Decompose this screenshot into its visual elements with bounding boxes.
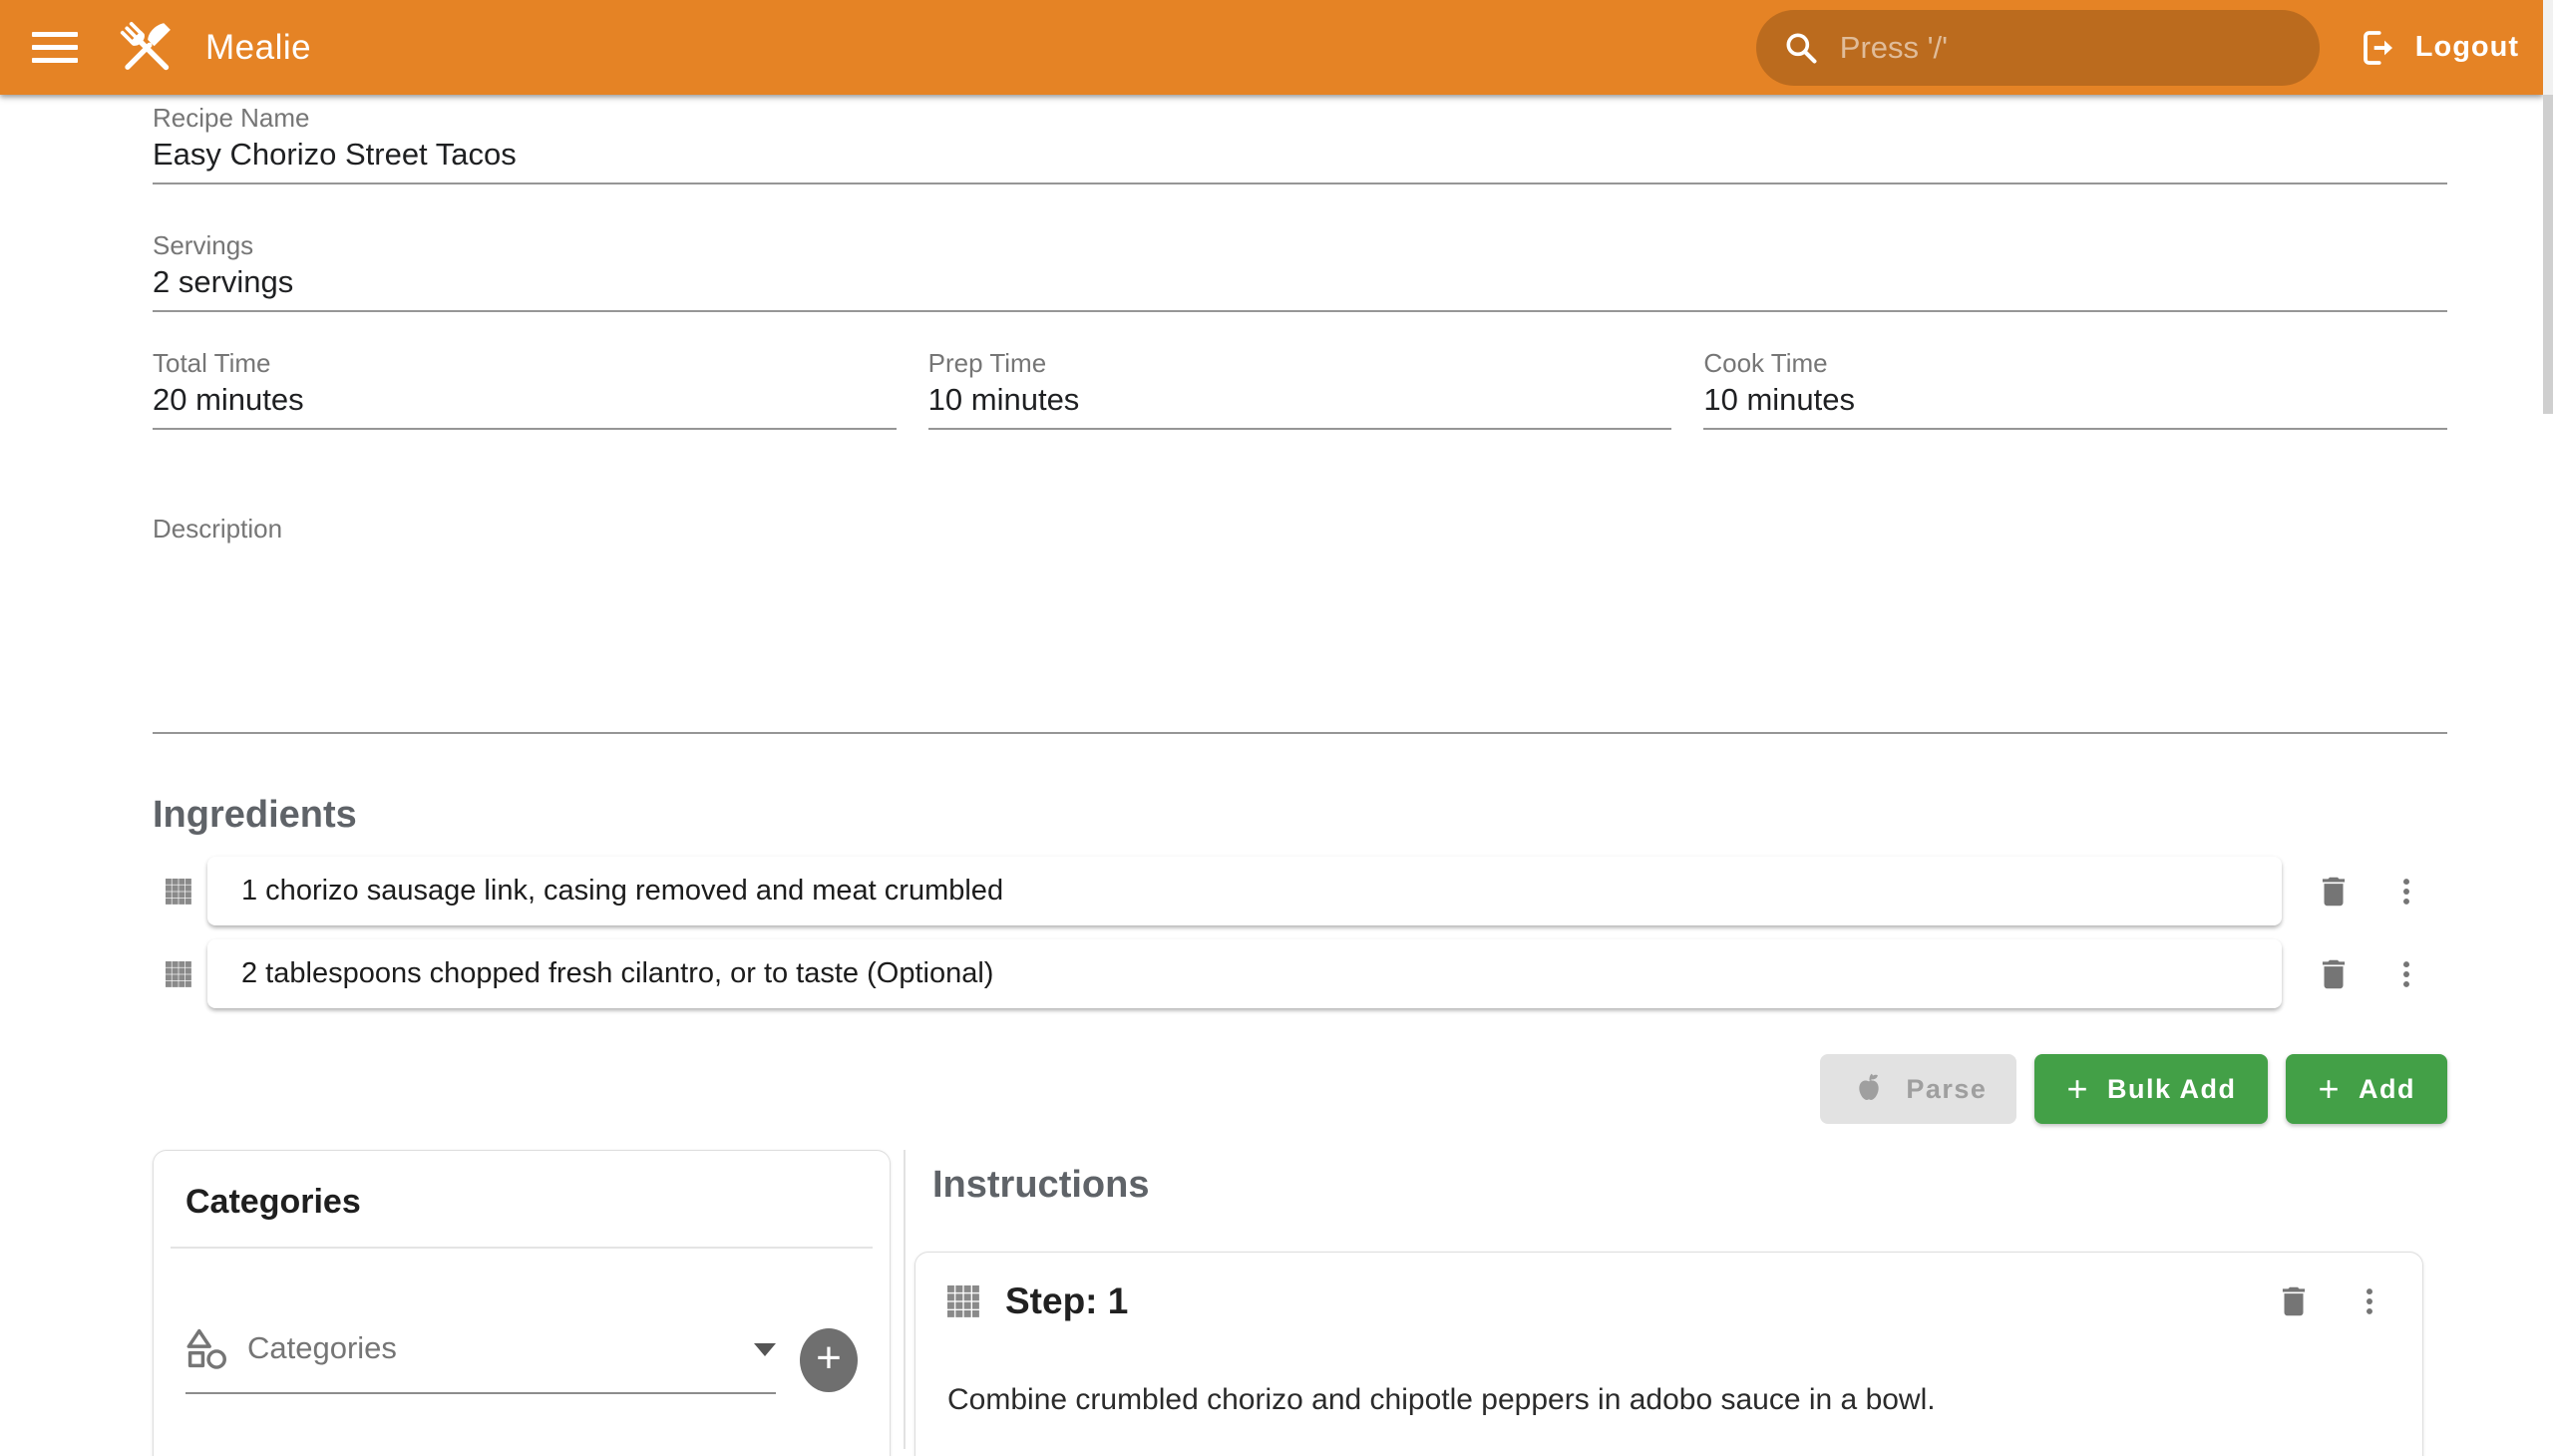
create-category-button[interactable]: + [800,1328,858,1392]
ingredient-input[interactable]: 1 chorizo sausage link, casing removed a… [207,857,2282,925]
categories-card-title: Categories [185,1181,858,1223]
menu-button[interactable] [20,13,90,83]
plus-icon: + [2318,1071,2341,1107]
total-time-field[interactable]: Total Time 20 minutes [153,348,897,430]
delete-step-button[interactable] [2275,1282,2313,1320]
app-bar: Mealie Logout [0,0,2543,95]
recipe-editor: Recipe Name Easy Chorizo Street Tacos Se… [0,95,2553,1449]
categories-select[interactable]: Categories [185,1326,776,1394]
prep-time-value[interactable]: 10 minutes [928,378,1672,422]
parse-label: Parse [1906,1074,1987,1105]
delete-ingredient-button[interactable] [2306,955,2362,993]
dots-vertical-icon [2353,1284,2386,1318]
ingredient-row: 1 chorizo sausage link, casing removed a… [153,857,2447,925]
logout-button[interactable]: Logout [2358,28,2519,68]
cook-time-field[interactable]: Cook Time 10 minutes [1703,348,2447,430]
hamburger-icon [32,24,78,71]
app-title: Mealie [205,28,311,68]
parse-button[interactable]: Parse [1820,1054,2016,1124]
logout-label: Logout [2415,31,2519,64]
scrollbar-corner [2543,0,2553,95]
search-input[interactable] [1840,30,2294,66]
description-value[interactable] [153,544,2447,726]
recipe-name-value[interactable]: Easy Chorizo Street Tacos [153,133,2447,177]
categories-select-label: Categories [247,1326,397,1370]
scrollbar-thumb[interactable] [2543,95,2553,414]
ingredient-text: 2 tablespoons chopped fresh cilantro, or… [241,957,993,990]
ingredients-heading: Ingredients [153,792,2447,838]
ingredient-input[interactable]: 2 tablespoons chopped fresh cilantro, or… [207,939,2282,1008]
caret-down-icon [754,1343,776,1356]
description-field[interactable]: Description [153,514,2447,734]
bulk-add-label: Bulk Add [2107,1074,2237,1105]
trash-icon [2275,1282,2313,1320]
time-fields-row: Total Time 20 minutes Prep Time 10 minut… [153,348,2447,430]
drag-handle-icon[interactable] [947,1285,979,1317]
ingredient-menu-button[interactable] [2383,875,2429,909]
trash-icon [2315,955,2353,993]
bottom-section: Categories Categories [153,1150,2447,1449]
ingredient-menu-button[interactable] [2383,957,2429,991]
plus-icon: + [2066,1071,2089,1107]
add-label: Add [2359,1074,2415,1105]
step-text-input[interactable]: Combine crumbled chorizo and chipotle pe… [947,1378,2386,1422]
cook-time-value[interactable]: 10 minutes [1703,378,2447,422]
servings-value[interactable]: 2 servings [153,260,2447,304]
servings-field[interactable]: Servings 2 servings [153,230,2447,312]
apple-icon [1850,1070,1888,1108]
instructions-column: Instructions Step: 1 [906,1150,2447,1449]
plus-icon: + [816,1336,842,1380]
prep-time-field[interactable]: Prep Time 10 minutes [928,348,1672,430]
bulk-add-button[interactable]: + Bulk Add [2034,1054,2268,1124]
instruction-step-card: Step: 1 Combine crumbled chorizo and chi… [914,1252,2423,1456]
ingredient-row: 2 tablespoons chopped fresh cilantro, or… [153,939,2447,1008]
recipe-name-label: Recipe Name [153,103,2447,133]
cook-time-label: Cook Time [1703,348,2447,378]
add-button[interactable]: + Add [2286,1054,2447,1124]
search-bar[interactable] [1756,10,2320,86]
dots-vertical-icon [2389,875,2423,909]
recipe-name-field[interactable]: Recipe Name Easy Chorizo Street Tacos [153,103,2447,184]
step-title: Step: 1 [1005,1280,1128,1322]
search-icon [1782,29,1820,67]
dots-vertical-icon [2389,957,2423,991]
delete-ingredient-button[interactable] [2306,873,2362,910]
description-label: Description [153,514,2447,544]
logout-icon [2358,28,2397,68]
step-menu-button[interactable] [2353,1284,2386,1318]
ingredient-text: 1 chorizo sausage link, casing removed a… [241,875,1003,908]
shapes-icon [185,1326,229,1370]
servings-label: Servings [153,230,2447,260]
ingredient-actions: Parse + Bulk Add + Add [153,1054,2447,1124]
drag-handle-icon[interactable] [166,879,191,905]
divider [171,1247,873,1249]
total-time-value[interactable]: 20 minutes [153,378,897,422]
total-time-label: Total Time [153,348,897,378]
categories-column: Categories Categories [153,1150,891,1449]
trash-icon [2315,873,2353,910]
mealie-logo-silverware-icon [114,15,180,81]
prep-time-label: Prep Time [928,348,1672,378]
drag-handle-icon[interactable] [166,961,191,987]
instructions-heading: Instructions [917,1162,2447,1208]
categories-card: Categories Categories [153,1150,891,1456]
